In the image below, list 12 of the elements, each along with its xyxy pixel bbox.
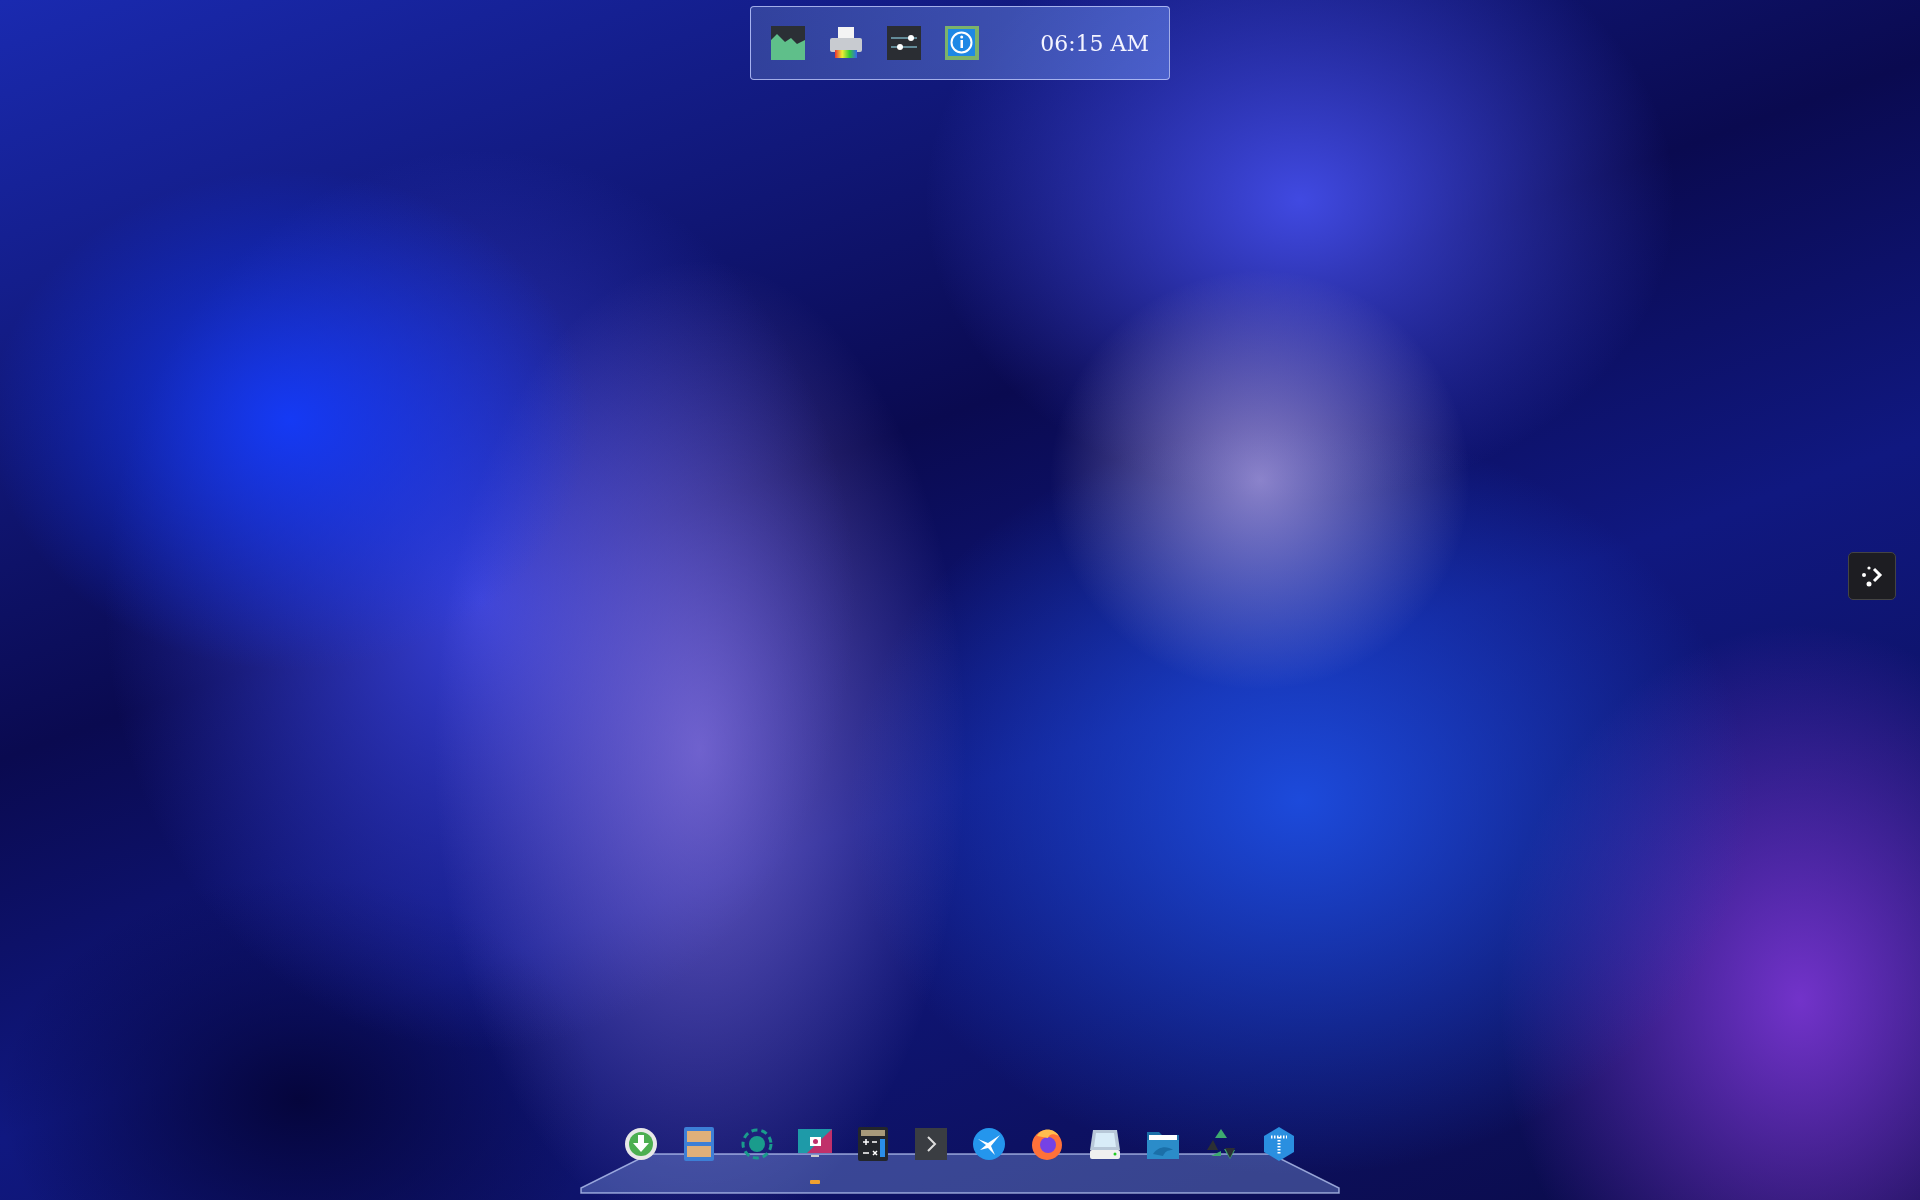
printer-icon[interactable] [829,26,863,60]
calculator-icon[interactable] [855,1126,891,1162]
boxes-shelf-icon[interactable] [681,1126,717,1162]
download-icon[interactable] [623,1126,659,1162]
sliders-icon[interactable] [887,26,921,60]
info-icon[interactable] [945,26,979,60]
dotted-ring-icon[interactable] [739,1126,775,1162]
clock[interactable]: 06:15 AM [1040,30,1149,56]
chevron-right-icon[interactable] [913,1126,949,1162]
mountain-chart-icon[interactable] [771,26,805,60]
hexagon-icon[interactable] [1261,1126,1297,1162]
edge-panel-button[interactable] [1848,552,1896,600]
